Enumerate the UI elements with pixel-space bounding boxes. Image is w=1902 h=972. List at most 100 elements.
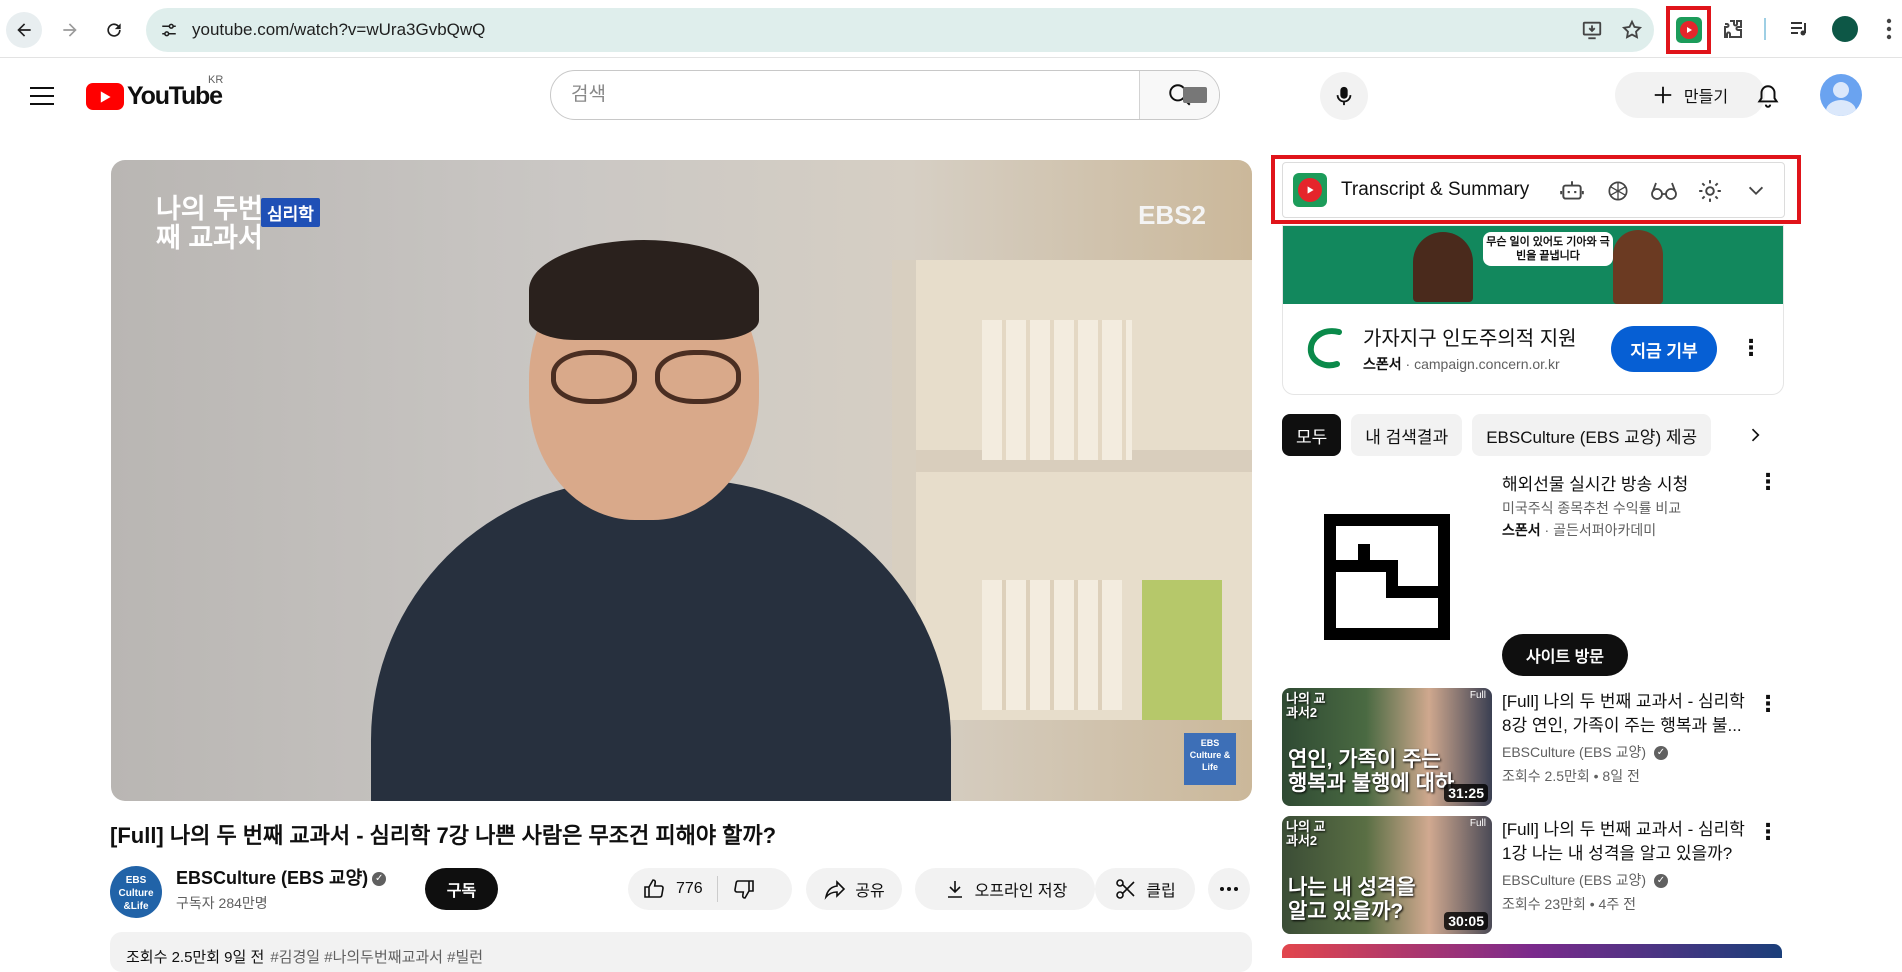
donate-now-button[interactable]: 지금 기부 <box>1611 326 1717 372</box>
bookmark-star-icon[interactable] <box>1620 18 1644 42</box>
site-info-icon[interactable] <box>156 17 182 43</box>
video-player[interactable]: 나의 두번째 교과서 심리학 EBS2 EBS Culture & Life <box>111 160 1252 801</box>
plus-icon <box>1654 86 1672 104</box>
more-actions-button[interactable] <box>1208 868 1250 910</box>
thumb-caption-line-2: 행복과 불행에 대하 <box>1288 772 1455 795</box>
sponsored-menu-icon[interactable]: ⋮ <box>1756 469 1780 494</box>
region-code: KR <box>208 74 224 86</box>
ad-sponsor-domain: campaign.concern.or.kr <box>1414 356 1560 372</box>
browser-toolbar: youtube.com/watch?v=wUra3GvbQwQ <box>0 0 1902 58</box>
video-duration: 31:25 <box>1444 784 1488 802</box>
media-queue-icon[interactable] <box>1786 16 1812 42</box>
chevron-down-icon[interactable] <box>1742 177 1770 205</box>
subscribe-button[interactable]: 구독 <box>425 868 498 910</box>
verified-check-icon: ✓ <box>372 872 387 887</box>
voice-search-button[interactable] <box>1320 72 1368 120</box>
share-button[interactable]: 공유 <box>806 868 902 910</box>
account-avatar[interactable] <box>1820 74 1862 116</box>
youtube-logo[interactable]: YouTube KR <box>86 74 223 111</box>
recommendation-item[interactable]: 나의 교과서2 Full 연인, 가족이 주는 행복과 불행에 대하 31:25… <box>1282 688 1782 808</box>
chip-all[interactable]: 모두 <box>1282 414 1342 456</box>
toolbar-divider <box>1764 18 1766 40</box>
ad-menu-icon[interactable]: ⋮ <box>1739 335 1763 360</box>
filter-chips: 모두 내 검색결과 EBSCulture (EBS 교양) 제공 <box>1282 414 1782 456</box>
chip-channel[interactable]: EBSCulture (EBS 교양) 제공 <box>1472 414 1712 456</box>
recommendation-thumbnail[interactable]: 나의 교과서2 Full 연인, 가족이 주는 행복과 불행에 대하 31:25 <box>1282 688 1492 806</box>
recommendation-channel[interactable]: EBSCulture (EBS 교양) ✓ <box>1502 870 1668 890</box>
puzzle-icon[interactable] <box>1720 16 1746 42</box>
thumb-show-logo: 나의 교과서2 <box>1286 819 1326 848</box>
microphone-icon <box>1336 86 1352 106</box>
visit-site-button[interactable]: 사이트 방문 <box>1502 634 1628 676</box>
recommendation-menu-icon[interactable]: ⋮ <box>1756 819 1780 844</box>
create-button[interactable]: 만들기 <box>1615 72 1765 118</box>
forward-icon[interactable] <box>52 12 88 48</box>
back-icon[interactable] <box>6 12 42 48</box>
show-logo-overlay: 나의 두번째 교과서 <box>156 194 263 253</box>
search-button[interactable] <box>1139 71 1219 119</box>
profile-icon[interactable] <box>1832 16 1858 42</box>
clip-button[interactable]: 클립 <box>1095 868 1195 910</box>
ad-banner-child-right <box>1613 230 1663 304</box>
robot-icon[interactable] <box>1558 177 1586 205</box>
description-box[interactable]: 조회수 2.5만회 9일 전 #김경일 #나의두번째교과서 #빌런 <box>110 932 1252 972</box>
recommendation-menu-icon[interactable]: ⋮ <box>1756 691 1780 716</box>
ad-banner-text: 무슨 일이 있어도 기아와 극빈을 끝냅니다 <box>1483 232 1613 266</box>
ad-banner-image[interactable]: 무슨 일이 있어도 기아와 극빈을 끝냅니다 <box>1283 226 1783 304</box>
thumb-full-tag: Full <box>1469 818 1486 829</box>
chip-my-searches[interactable]: 내 검색결과 <box>1351 414 1463 456</box>
settings-icon[interactable] <box>1696 177 1724 205</box>
chevron-right-icon[interactable] <box>1740 420 1770 450</box>
channel-avatar[interactable]: EBS Culture &Life <box>110 866 162 918</box>
sponsored-subtitle: 미국주식 종목추천 수익률 비교 <box>1502 500 1682 516</box>
recommendation-title[interactable]: [Full] 나의 두 번째 교과서 - 심리학 1강 나는 내 성격을 알고 … <box>1502 818 1752 866</box>
subject-badge-overlay: 심리학 <box>261 198 320 227</box>
like-button[interactable]: 776 <box>628 876 718 902</box>
address-bar[interactable]: youtube.com/watch?v=wUra3GvbQwQ <box>146 8 1654 52</box>
recommendation-channel[interactable]: EBSCulture (EBS 교양) ✓ <box>1502 742 1668 762</box>
chatgpt-icon[interactable] <box>1604 177 1632 205</box>
transcript-summary-panel[interactable]: Transcript & Summary <box>1282 162 1785 218</box>
thumb-show-logo: 나의 교과서2 <box>1286 691 1326 720</box>
recommendation-thumbnail[interactable]: 나의 교과서2 Full 나는 내 성격을 알고 있을까? 30:05 <box>1282 816 1492 934</box>
sponsored-title[interactable]: 해외선물 실시간 방송 시청 <box>1502 470 1688 495</box>
notifications-bell-icon[interactable] <box>1750 78 1786 114</box>
sponsored-thumbnail[interactable] <box>1282 472 1492 682</box>
recommendation-meta: 조회수 23만회 • 4주 전 <box>1502 896 1636 912</box>
thumb-caption-line-2: 알고 있을까? <box>1288 900 1404 923</box>
youtube-play-icon <box>86 83 124 110</box>
sponsor-logo-icon <box>1324 514 1450 640</box>
recommendation-title[interactable]: [Full] 나의 두 번째 교과서 - 심리학 8강 연인, 가족이 주는 행… <box>1502 690 1752 738</box>
ad-sponsor-line: 스폰서 · campaign.concern.or.kr <box>1363 356 1560 372</box>
install-app-icon[interactable] <box>1580 18 1604 42</box>
video-title: [Full] 나의 두 번째 교과서 - 심리학 7강 나쁜 사람은 무조건 피… <box>110 823 777 848</box>
channel-name[interactable]: EBSCulture (EBS 교양) ✓ <box>176 864 387 890</box>
download-icon <box>947 881 962 898</box>
search-bar <box>550 70 1220 120</box>
channel-name-text: EBSCulture (EBS 교양) <box>176 868 369 888</box>
reload-icon[interactable] <box>96 12 132 48</box>
share-icon <box>824 880 846 900</box>
offline-save-button[interactable]: 오프라인 저장 <box>915 868 1095 910</box>
more-icon[interactable] <box>1876 16 1902 42</box>
donation-ad-card[interactable]: 무슨 일이 있어도 기아와 극빈을 끝냅니다 가자지구 인도주의적 지원 스폰서… <box>1282 225 1784 395</box>
offline-save-label: 오프라인 저장 <box>974 883 1068 900</box>
extension-icon[interactable] <box>1666 6 1711 54</box>
keyboard-icon[interactable] <box>1183 87 1207 103</box>
url-text: youtube.com/watch?v=wUra3GvbQwQ <box>192 20 486 39</box>
ad-banner-child-left <box>1413 232 1473 302</box>
search-input[interactable] <box>551 71 1139 119</box>
recommendation-item[interactable]: 나의 교과서2 Full 나는 내 성격을 알고 있을까? 30:05 [Ful… <box>1282 816 1782 936</box>
menu-icon[interactable] <box>22 76 62 116</box>
dislike-button[interactable] <box>718 877 770 901</box>
corner-logo-overlay: EBS Culture & Life <box>1184 733 1236 785</box>
thumb-caption: 나는 내 성격을 알고 있을까? <box>1288 876 1416 924</box>
extension-logo-icon <box>1293 173 1327 207</box>
glasses-icon[interactable] <box>1650 177 1678 205</box>
recommendation-channel-name: EBSCulture (EBS 교양) <box>1502 872 1647 888</box>
next-recommendation-thumbnail[interactable] <box>1282 944 1782 958</box>
scissors-icon <box>1116 879 1135 899</box>
verified-check-icon: ✓ <box>1653 746 1668 761</box>
ad-title[interactable]: 가자지구 인도주의적 지원 <box>1363 322 1577 351</box>
sponsored-item[interactable]: 해외선물 실시간 방송 시청 미국주식 종목추천 수익률 비교 스폰서 · 골든… <box>1282 466 1782 686</box>
